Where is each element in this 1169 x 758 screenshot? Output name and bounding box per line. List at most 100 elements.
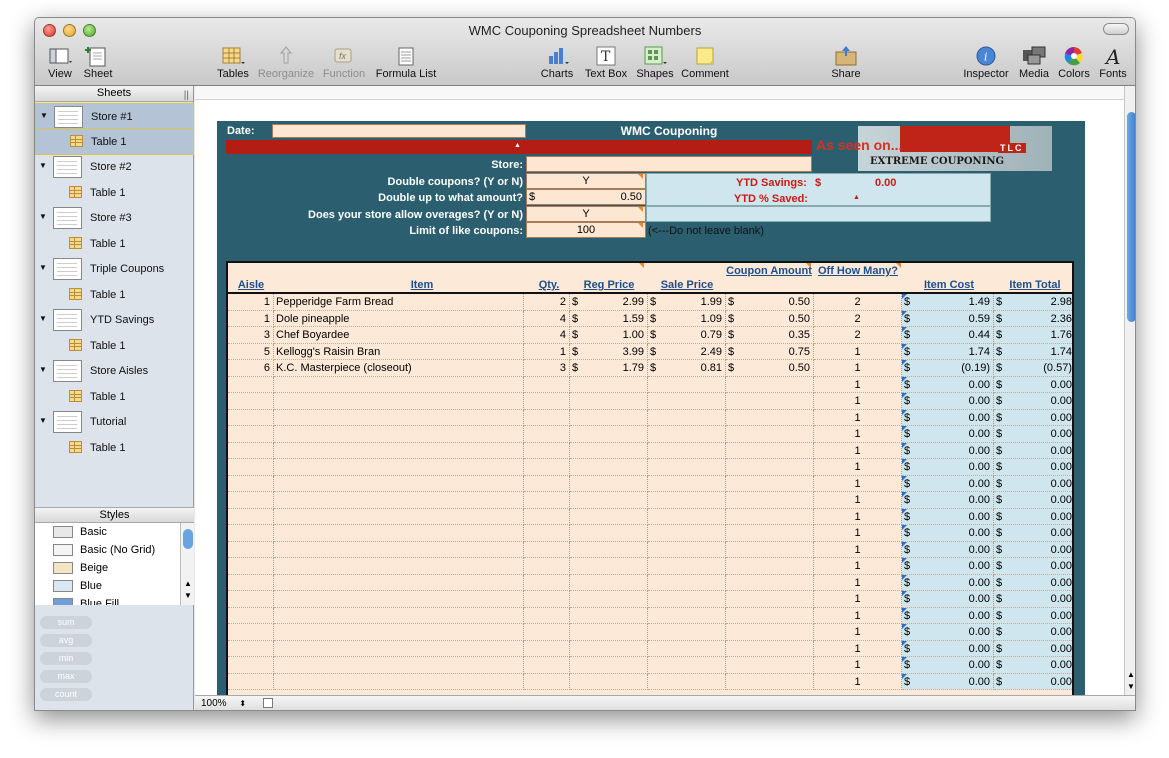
style-item[interactable]: Basic (No Grid) [35,541,180,559]
table-item[interactable]: Table 1 [35,129,194,155]
colors-button[interactable]: Colors [1056,45,1092,83]
cell-reg[interactable] [570,657,648,674]
table-item[interactable]: Table 1 [35,282,194,308]
cell-off[interactable]: 1 [814,376,902,393]
cell-total[interactable]: $0.00 [994,508,1072,525]
text-box-button[interactable]: T Text Box [583,45,629,83]
cell-sale[interactable] [648,475,726,492]
sheet-item[interactable]: ▼ YTD Savings [35,307,194,333]
quick-function-avg[interactable]: avg [40,634,92,647]
disclosure-triangle-icon[interactable]: ▼ [39,365,47,374]
cell-off[interactable]: 1 [814,657,902,674]
cell-cost[interactable]: $0.00 [902,492,994,509]
view-button[interactable]: View [43,45,77,83]
cell-total[interactable]: $0.00 [994,541,1072,558]
cell-item[interactable]: Dole pineapple [274,310,524,327]
toolbar-toggle-button[interactable] [1103,23,1129,35]
cell-reg[interactable]: $1.00 [570,327,648,344]
cell-aisle[interactable] [228,376,274,393]
disclosure-triangle-icon[interactable]: ▼ [39,212,47,221]
cell-sale[interactable] [648,409,726,426]
cell-coupon[interactable] [726,409,814,426]
cell-sale[interactable] [648,574,726,591]
cell-off[interactable]: 1 [814,558,902,575]
scroll-up-arrow-icon[interactable]: ▲ [1127,670,1135,679]
sheet-item[interactable]: ▼ Tutorial [35,409,194,435]
cell-aisle[interactable] [228,409,274,426]
cell-total[interactable]: $0.00 [994,558,1072,575]
cell-off[interactable]: 1 [814,591,902,608]
store-field[interactable] [526,156,812,172]
cell-off[interactable]: 1 [814,426,902,443]
cell-item[interactable] [274,591,524,608]
cell-cost[interactable]: $0.00 [902,409,994,426]
formula-list-button[interactable]: Formula List [374,45,438,83]
cell-cost[interactable]: $0.00 [902,376,994,393]
cell-item[interactable] [274,673,524,690]
cell-cost[interactable]: $0.00 [902,657,994,674]
cell-aisle[interactable] [228,673,274,690]
cell-coupon[interactable] [726,525,814,542]
disclosure-triangle-icon[interactable]: ▼ [39,263,47,272]
cell-off[interactable]: 1 [814,475,902,492]
cell-sale[interactable] [648,541,726,558]
cell-off[interactable]: 1 [814,393,902,410]
cell-coupon[interactable] [726,574,814,591]
scroll-down-arrow-icon[interactable]: ▼ [184,591,192,600]
cell-cost[interactable]: $0.00 [902,541,994,558]
cell-aisle[interactable]: 5 [228,343,274,360]
cell-item[interactable] [274,393,524,410]
cell-reg[interactable] [570,541,648,558]
cell-qty[interactable] [524,376,570,393]
cell-sale[interactable] [648,525,726,542]
cell-reg[interactable] [570,574,648,591]
cell-off[interactable]: 1 [814,673,902,690]
cell-reg[interactable]: $2.99 [570,294,648,311]
cell-aisle[interactable] [228,426,274,443]
cell-cost[interactable]: $0.00 [902,591,994,608]
cell-total[interactable]: $2.98 [994,294,1072,311]
sheet-item[interactable]: ▼ Store #3 [35,205,194,231]
share-button[interactable]: Share [828,45,864,83]
cell-total[interactable]: $0.00 [994,459,1072,476]
quick-function-max[interactable]: max [40,670,92,683]
cell-total[interactable]: $0.00 [994,492,1072,509]
cell-off[interactable]: 1 [814,574,902,591]
style-item[interactable]: Basic [35,523,180,541]
cell-off[interactable]: 1 [814,409,902,426]
cell-item[interactable]: Chef Boyardee [274,327,524,344]
cell-aisle[interactable]: 3 [228,327,274,344]
col-header-item-total[interactable]: Item Total [994,265,1072,293]
cell-item[interactable] [274,459,524,476]
cell-coupon[interactable] [726,426,814,443]
cell-item[interactable]: Pepperidge Farm Bread [274,294,524,311]
cell-aisle[interactable] [228,508,274,525]
cell-reg[interactable]: $1.79 [570,360,648,377]
cell-coupon[interactable] [726,673,814,690]
cell-coupon[interactable] [726,607,814,624]
cell-total[interactable]: $1.74 [994,343,1072,360]
shapes-button[interactable]: Shapes [635,45,675,83]
cell-qty[interactable] [524,574,570,591]
cell-cost[interactable]: $0.00 [902,673,994,690]
cell-aisle[interactable] [228,475,274,492]
disclosure-triangle-icon[interactable]: ▼ [40,111,48,120]
cell-total[interactable]: $0.00 [994,475,1072,492]
cell-qty[interactable] [524,508,570,525]
date-field[interactable] [272,124,526,138]
cell-total[interactable]: $0.00 [994,657,1072,674]
cell-coupon[interactable]: $0.50 [726,360,814,377]
cell-off[interactable]: 1 [814,525,902,542]
cell-total[interactable]: $2.36 [994,310,1072,327]
cell-total[interactable]: $0.00 [994,409,1072,426]
cell-qty[interactable] [524,492,570,509]
style-item[interactable]: Beige [35,559,180,577]
cell-cost[interactable]: $1.49 [902,294,994,311]
spreadsheet-canvas[interactable]: Date: WMC Couponing ▲ As seen on... TLC … [195,86,1124,695]
cell-total[interactable]: $0.00 [994,640,1072,657]
cell-total[interactable]: $0.00 [994,525,1072,542]
sheet-item[interactable]: ▼ Triple Coupons [35,256,194,282]
cell-item[interactable] [274,492,524,509]
col-header-qty[interactable]: Qty. [524,265,574,293]
cell-qty[interactable] [524,409,570,426]
